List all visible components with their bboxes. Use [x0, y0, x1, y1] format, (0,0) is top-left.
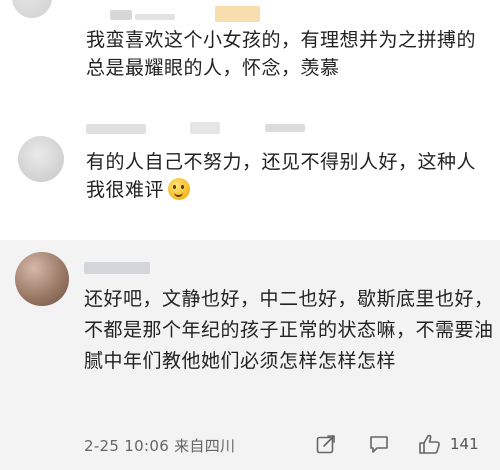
username-blurred	[135, 14, 175, 20]
like-count: 141	[450, 435, 479, 453]
username-blurred	[190, 122, 220, 134]
like-icon[interactable]	[418, 433, 442, 459]
comment-icon[interactable]	[368, 433, 390, 459]
comment-meta: 2-25 10:06 来自四川	[84, 437, 236, 455]
avatar[interactable]	[18, 136, 64, 182]
username-blurred	[265, 124, 305, 132]
comment-3-highlighted: 还好吧，文静也好，中二也好，歇斯底里也好，不都是那个年纪的孩子正常的状态嘛，不需…	[0, 240, 500, 470]
comment-text-wrapper: 有的人自己不努力，还见不得别人好，这种人我很难评	[86, 148, 491, 204]
username-blurred	[84, 262, 150, 274]
comment-text: 我蛮喜欢这个小女孩的，有理想并为之拼搏的总是最耀眼的人，怀念，羡慕	[86, 29, 477, 79]
comment-2: 有的人自己不努力，还见不得别人好，这种人我很难评	[0, 112, 500, 240]
comment-1: 我蛮喜欢这个小女孩的，有理想并为之拼搏的总是最耀眼的人，怀念，羡慕	[0, 0, 500, 112]
user-badge-blurred	[215, 6, 260, 22]
comment-footer: 2-25 10:06 来自四川 141	[84, 432, 494, 456]
thinking-face-emoji	[168, 178, 191, 200]
share-icon[interactable]	[315, 433, 337, 459]
username-blurred	[86, 124, 146, 134]
avatar[interactable]	[12, 0, 52, 18]
comment-text: 还好吧，文静也好，中二也好，歇斯底里也好，不都是那个年纪的孩子正常的状态嘛，不需…	[84, 288, 494, 372]
username-blurred	[110, 10, 132, 20]
avatar[interactable]	[15, 252, 69, 306]
comment-text: 有的人自己不努力，还见不得别人好，这种人我很难评	[86, 151, 477, 201]
